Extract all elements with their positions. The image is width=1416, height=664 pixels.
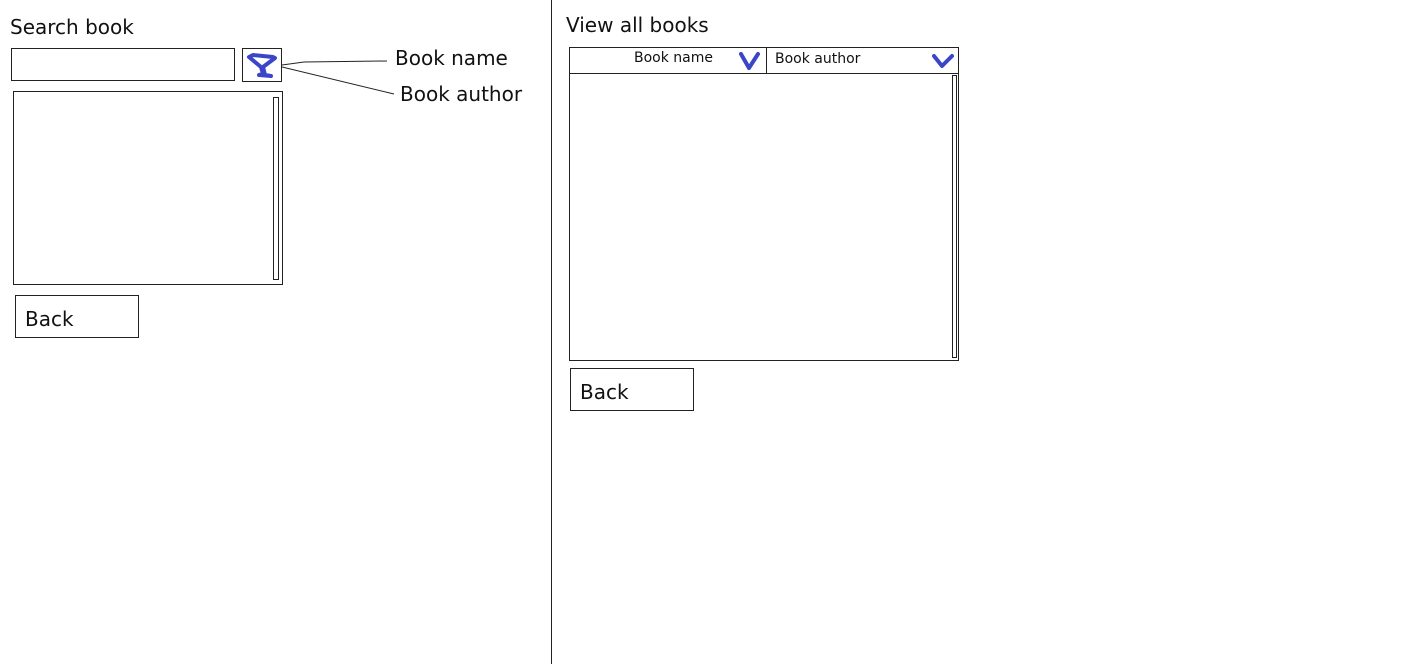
books-table-body[interactable] [570,74,958,360]
search-results-scrollbar[interactable] [273,97,279,280]
chevron-down-icon[interactable] [931,53,955,69]
books-table: Book name Book author [569,47,959,361]
wireframe-canvas: Search book Book name Book author Back V… [0,0,1416,664]
panel-divider [551,0,552,664]
column-header-book-author-label: Book author [775,51,861,67]
search-back-button[interactable]: Back [15,295,139,338]
chevron-down-icon[interactable] [738,51,762,71]
search-input[interactable] [11,48,235,81]
column-header-book-author[interactable]: Book author [767,48,958,73]
column-header-book-name-label: Book name [634,50,713,66]
search-results-list[interactable] [13,91,283,285]
books-table-scrollbar[interactable] [952,75,957,358]
filter-option-book-author[interactable]: Book author [400,82,522,106]
filter-options-connector [282,60,395,95]
column-header-book-name[interactable]: Book name [570,48,767,73]
books-table-header: Book name Book author [570,48,958,74]
view-panel-title: View all books [566,13,709,37]
view-back-button[interactable]: Back [570,368,694,411]
filter-option-book-name[interactable]: Book name [395,46,508,70]
filter-button[interactable] [242,48,282,82]
filter-icon [247,53,277,78]
search-panel-title: Search book [10,15,134,39]
